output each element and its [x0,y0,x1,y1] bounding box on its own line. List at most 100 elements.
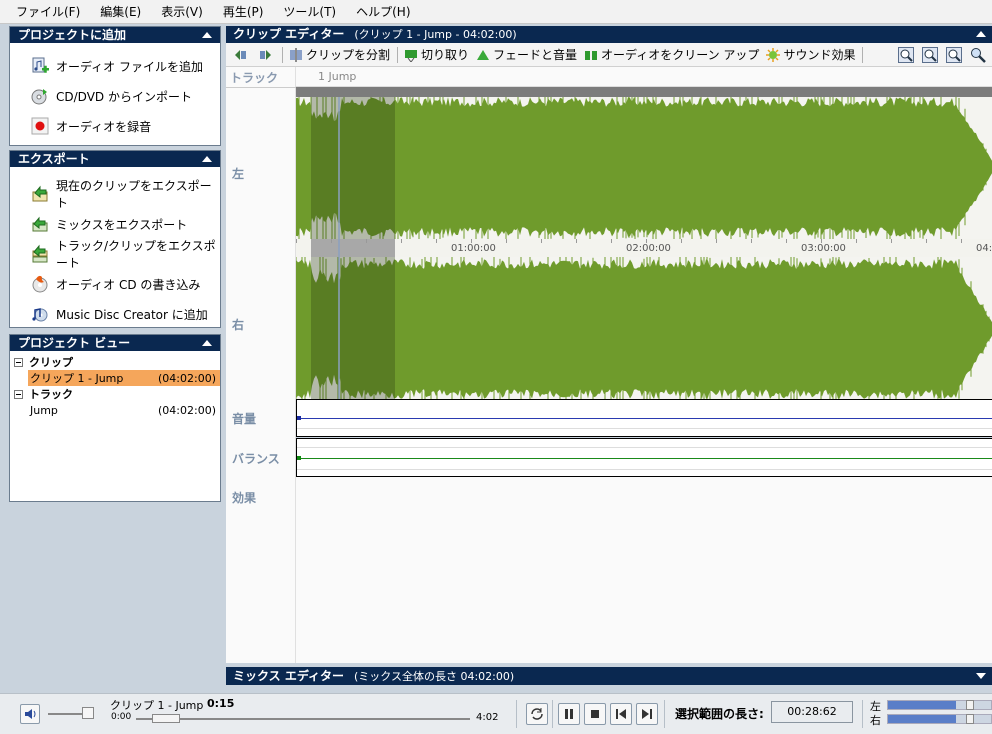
volume-slider-thumb[interactable] [82,707,94,719]
task-label: オーディオ ファイルを追加 [56,59,203,74]
export-track-task[interactable]: トラック/クリップをエクスポート [10,239,220,270]
cut-label: 切り取り [421,48,470,62]
stop-icon [591,710,599,718]
waveform-area[interactable]: 01:00:00 02:00:00 03:00:00 04:0 [295,90,992,406]
editor-toolbar: クリップを分割 切り取り フェードと音量 オーディオをクリーン アップ サウンド… [226,43,992,67]
split-clip-button[interactable]: クリップを分割 [289,46,390,63]
clip-editor-title: クリップ エディター [233,27,345,41]
task-label: Music Disc Creator に追加 [56,307,208,322]
burn-cd-task[interactable]: オーディオ CD の書き込み [10,269,220,299]
balance-label: バランス [232,452,280,466]
zoom-selection-icon[interactable] [970,47,986,63]
selection-timeline [311,239,395,257]
export-panel-header[interactable]: エクスポート [10,151,220,167]
sound-effects-button[interactable]: サウンド効果 [766,46,855,63]
mix-editor-title: ミックス エディター [233,669,344,683]
seek-thumb[interactable] [152,714,181,723]
cd-import-task[interactable]: CD/DVD からインポート [10,81,220,111]
seek-bar[interactable] [136,718,470,720]
effects-lane[interactable] [296,477,992,663]
volume-handle[interactable] [297,416,301,420]
cut-button[interactable]: 切り取り [404,46,469,63]
clip-bar[interactable] [296,87,992,97]
menu-tools[interactable]: ツール(T) [273,1,346,23]
divider [297,428,992,429]
disc-creator-task[interactable]: Music Disc Creator に追加 [10,299,220,329]
menu-view[interactable]: 表示(V) [151,1,213,23]
export-mix-task[interactable]: ミックスをエクスポート [10,209,220,239]
collapse-tree-icon[interactable] [14,357,23,367]
collapse-icon[interactable] [976,31,986,37]
track-labels-column: トラック 左 右 音量 バランス 効果 [226,67,296,663]
left-channel-waveform [296,90,992,244]
menu-help[interactable]: ヘルプ(H) [346,1,420,23]
project-view-header[interactable]: プロジェクト ビュー [10,335,220,351]
track-name: Jump [30,403,58,417]
clip-length: (04:02:00) [158,371,216,385]
zoom-in-icon[interactable] [922,46,938,63]
menu-play[interactable]: 再生(P) [213,1,274,23]
divider [226,87,296,88]
tree-clips-node[interactable]: クリップ [10,354,220,370]
meter-right-thumb[interactable] [966,714,974,724]
menu-edit[interactable]: 編集(E) [90,1,151,23]
burn-cd-icon [30,274,50,294]
previous-button[interactable] [610,703,632,725]
menu-bar: ファイル(F) 編集(E) 表示(V) 再生(P) ツール(T) ヘルプ(H) [0,0,992,24]
zoom-out-icon[interactable] [946,46,962,63]
export-track-icon [30,244,50,264]
collapse-icon[interactable] [202,340,212,346]
sound-effects-label: サウンド効果 [783,48,856,62]
fade-volume-button[interactable]: フェードと音量 [476,46,577,63]
nav-prev-button[interactable] [234,48,251,62]
collapse-icon[interactable] [202,32,212,38]
task-label: オーディオ CD の書き込み [56,277,201,292]
next-button[interactable] [636,703,658,725]
volume-envelope[interactable] [296,399,992,437]
mix-editor-header[interactable]: ミックス エディター (ミックス全体の長さ 04:02:00) [226,667,992,685]
project-view-panel: プロジェクト ビュー クリップ クリップ 1 - Jump (04:02:00)… [9,334,221,502]
menu-file[interactable]: ファイル(F) [6,1,90,23]
time-tick-1: 01:00:00 [451,243,496,254]
clips-label: クリップ [29,356,73,369]
collapse-tree-icon[interactable] [14,389,23,399]
divider [862,700,863,728]
add-audio-file-icon [30,56,50,76]
meter-left-thumb[interactable] [966,700,974,710]
now-playing-name: クリップ 1 - Jump [110,699,204,712]
track-header-label: トラック [230,71,279,85]
zoom-fit-icon[interactable] [898,46,914,63]
record-icon [30,116,50,136]
split-clip-label: クリップを分割 [306,48,391,62]
loop-button[interactable] [526,703,548,725]
meter-right [887,714,992,724]
split-icon [290,47,302,62]
add-panel-title: プロジェクトに追加 [18,28,127,42]
track-item[interactable]: Jump (04:02:00) [28,402,220,418]
balance-line[interactable] [297,458,992,459]
add-panel-header[interactable]: プロジェクトに追加 [10,27,220,43]
record-audio-task[interactable]: オーディオを録音 [10,111,220,141]
volume-line[interactable] [297,418,992,419]
toolbar-separator [862,46,864,63]
tree-tracks-node[interactable]: トラック [10,386,220,402]
fade-volume-label: フェードと音量 [493,48,578,62]
balance-envelope[interactable] [296,438,992,477]
volume-label: 音量 [232,412,257,426]
collapse-icon[interactable] [202,156,212,162]
balance-handle[interactable] [297,456,301,460]
divider [516,700,517,728]
clip-item-selected[interactable]: クリップ 1 - Jump (04:02:00) [28,370,220,386]
expand-icon[interactable] [976,673,986,679]
export-clip-task[interactable]: 現在のクリップをエクスポート [10,179,220,210]
nav-next-button[interactable] [258,48,275,62]
task-label: CD/DVD からインポート [56,89,192,104]
add-audio-file-task[interactable]: オーディオ ファイルを追加 [10,51,220,81]
divider [664,700,665,728]
speaker-icon [25,709,36,719]
pause-button[interactable] [558,703,580,725]
clean-audio-button[interactable]: オーディオをクリーン アップ [584,46,759,63]
stop-button[interactable] [584,703,606,725]
mute-button[interactable] [20,704,40,724]
sound-effects-icon [766,47,781,62]
